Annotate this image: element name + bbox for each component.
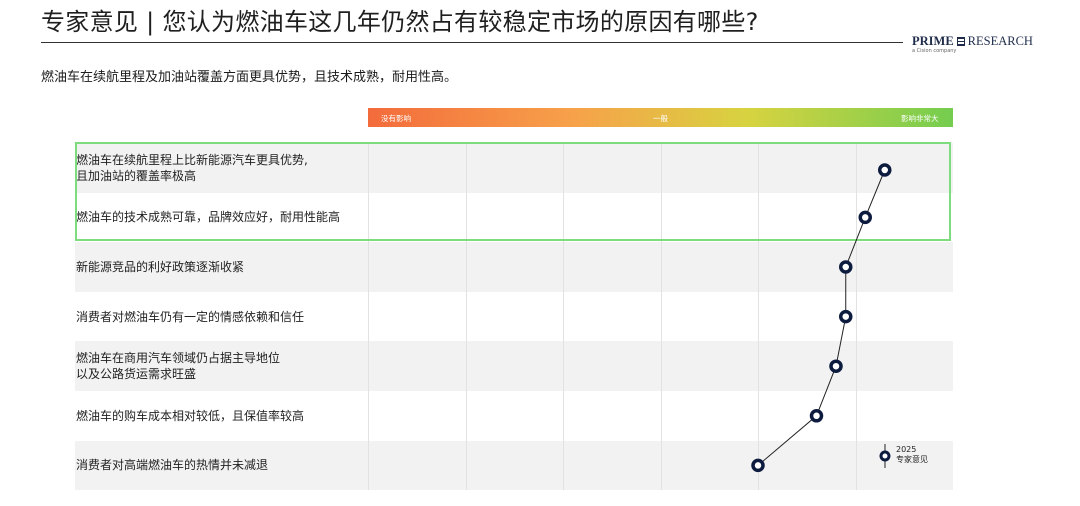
legend-marker — [879, 450, 891, 462]
legend-label: 2025 专家意见 — [896, 445, 928, 465]
data-point — [858, 210, 872, 225]
legend-year: 2025 — [896, 445, 917, 454]
data-point — [751, 458, 765, 473]
data-point — [839, 260, 853, 274]
data-point — [839, 309, 853, 324]
data-point — [878, 163, 892, 177]
data-point — [809, 409, 824, 423]
legend-series: 专家意见 — [896, 455, 928, 464]
data-point — [829, 359, 843, 373]
chart-plot — [751, 163, 892, 473]
